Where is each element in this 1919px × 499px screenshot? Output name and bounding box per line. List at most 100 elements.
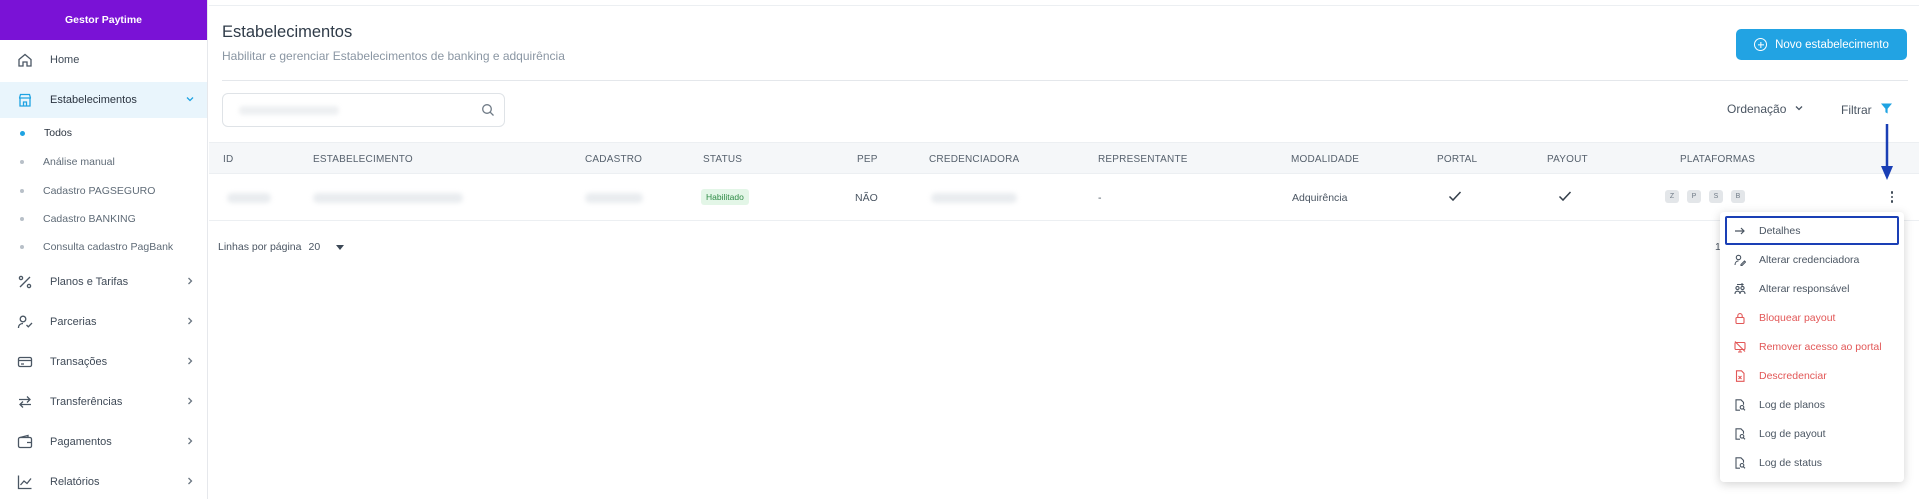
sidebar-subitem-cadastro-banking[interactable]: Cadastro BANKING [20, 208, 136, 230]
sidebar-subitem-analise-manual[interactable]: Análise manual [20, 151, 115, 173]
menu-item-label: Bloquear payout [1759, 312, 1836, 324]
rows-per-page-label: Linhas por página [218, 241, 302, 253]
redacted-cadastro [585, 193, 643, 203]
user-edit-icon [1734, 254, 1746, 266]
menu-item-descredenciar[interactable]: Descredenciar [1720, 363, 1904, 389]
menu-item-label: Detalhes [1759, 224, 1801, 237]
redacted-id [227, 193, 271, 203]
menu-item-label: Alterar credenciadora [1759, 254, 1860, 266]
plus-circle-icon [1754, 38, 1768, 51]
search-input[interactable] [233, 100, 473, 120]
bullet-icon [20, 245, 24, 249]
credit-card-icon [16, 353, 34, 371]
chevron-down-icon [1794, 102, 1804, 116]
chevron-down-icon [185, 94, 195, 107]
menu-item-bloquear-payout[interactable]: Bloquear payout [1720, 305, 1904, 331]
filter-icon [1880, 102, 1893, 118]
menu-item-alterar-credenciadora[interactable]: Alterar credenciadora [1720, 247, 1904, 273]
column-header[interactable]: REPRESENTANTE [1098, 154, 1188, 165]
pagination: Linhas por página 20 [218, 241, 345, 253]
column-header[interactable]: CADASTRO [585, 154, 642, 165]
menu-item-detalhes[interactable]: Detalhes [1725, 216, 1899, 245]
sidebar-item-estabelecimentos[interactable]: Estabelecimentos [0, 82, 207, 118]
sort-label: Ordenação [1727, 102, 1787, 116]
bullet-icon [20, 189, 24, 193]
menu-item-remover-acesso-portal[interactable]: Remover acesso ao portal [1720, 334, 1904, 360]
platform-badge: B [1731, 190, 1745, 203]
sidebar-item-parcerias[interactable]: Parcerias [0, 304, 207, 340]
column-header[interactable]: PORTAL [1437, 154, 1477, 165]
user-check-icon [16, 313, 34, 331]
page-subtitle: Habilitar e gerenciar Estabelecimentos d… [222, 49, 565, 63]
caret-down-icon[interactable] [336, 244, 345, 250]
sort-dropdown[interactable]: Ordenação [1727, 102, 1804, 116]
sidebar-subitem-cadastro-pagseguro[interactable]: Cadastro PAGSEGURO [20, 180, 155, 202]
sidebar-subitem-label: Análise manual [43, 156, 115, 168]
check-icon [1558, 190, 1572, 205]
sidebar: Gestor Paytime Home Estabelecimentos Tod… [0, 0, 208, 499]
bullet-icon [20, 130, 25, 136]
column-header[interactable]: PLATAFORMAS [1680, 154, 1755, 165]
rows-per-page-select[interactable]: 20 [308, 241, 320, 253]
brand-header: Gestor Paytime [0, 0, 207, 40]
sidebar-item-relatorios[interactable]: Relatórios [0, 464, 207, 499]
bullet-icon [20, 217, 24, 221]
column-header[interactable]: PEP [857, 154, 878, 165]
menu-item-log-payout[interactable]: Log de payout [1720, 421, 1904, 447]
chevron-right-icon [185, 276, 195, 289]
sidebar-subitem-label: Cadastro PAGSEGURO [43, 185, 156, 197]
bullet-icon [20, 160, 24, 164]
sidebar-item-planos-tarifas[interactable]: Planos e Tarifas [0, 264, 207, 300]
filter-button[interactable]: Filtrar [1841, 102, 1893, 118]
home-icon [16, 51, 34, 69]
sidebar-item-pagamentos[interactable]: Pagamentos [0, 424, 207, 460]
chevron-right-icon [185, 316, 195, 329]
table-row[interactable]: Habilitado NÃO - Adquirência Z P S B [209, 174, 1919, 221]
sidebar-item-home[interactable]: Home [0, 42, 207, 78]
search-icon[interactable] [481, 103, 495, 117]
sidebar-item-label: Transferências [50, 396, 123, 408]
platform-badge: S [1709, 190, 1723, 203]
new-establishment-label: Novo estabelecimento [1775, 38, 1889, 51]
pep-value: NÃO [855, 192, 878, 204]
column-header[interactable]: PAYOUT [1547, 154, 1588, 165]
column-header[interactable]: MODALIDADE [1291, 154, 1359, 165]
transfer-icon [16, 393, 34, 411]
menu-item-label: Log de payout [1759, 428, 1826, 440]
column-header[interactable]: CREDENCIADORA [929, 154, 1019, 165]
redacted-credenciadora [931, 193, 1017, 203]
menu-item-alterar-responsavel[interactable]: Alterar responsável [1720, 276, 1904, 302]
sidebar-subitem-todos[interactable]: Todos [20, 122, 72, 144]
menu-item-log-planos[interactable]: Log de planos [1720, 392, 1904, 418]
top-bar [209, 0, 1919, 6]
monitor-off-icon [1734, 341, 1746, 353]
chevron-right-icon [185, 476, 195, 489]
status-badge: Habilitado [701, 189, 749, 205]
menu-item-label: Alterar responsável [1759, 283, 1850, 295]
sidebar-item-transacoes[interactable]: Transações [0, 344, 207, 380]
chevron-right-icon [185, 436, 195, 449]
column-header[interactable]: STATUS [703, 154, 742, 165]
sidebar-subitem-consulta-pagbank[interactable]: Consulta cadastro PagBank [20, 236, 173, 258]
menu-item-log-status[interactable]: Log de status [1720, 450, 1904, 476]
column-header[interactable]: ID [223, 154, 233, 165]
chevron-right-icon [185, 396, 195, 409]
chevron-right-icon [185, 356, 195, 369]
new-establishment-button[interactable]: Novo estabelecimento [1736, 29, 1907, 60]
search-box[interactable] [222, 93, 505, 127]
column-header[interactable]: ESTABELECIMENTO [313, 154, 413, 165]
percent-icon [16, 273, 34, 291]
divider [222, 80, 1908, 81]
more-vertical-icon[interactable] [1888, 189, 1896, 205]
sidebar-item-label: Parcerias [50, 316, 97, 328]
sidebar-subitem-label: Cadastro BANKING [43, 213, 136, 225]
redacted-establishment [313, 193, 463, 203]
sidebar-item-transferencias[interactable]: Transferências [0, 384, 207, 420]
modalidade-value: Adquirência [1292, 192, 1348, 204]
check-icon [1448, 190, 1462, 205]
sidebar-item-label: Relatórios [50, 476, 100, 488]
sidebar-item-label: Pagamentos [50, 436, 112, 448]
filter-label: Filtrar [1841, 103, 1872, 117]
file-search-icon [1734, 457, 1746, 469]
table-header: ID ESTABELECIMENTO CADASTRO STATUS PEP C… [209, 142, 1919, 174]
